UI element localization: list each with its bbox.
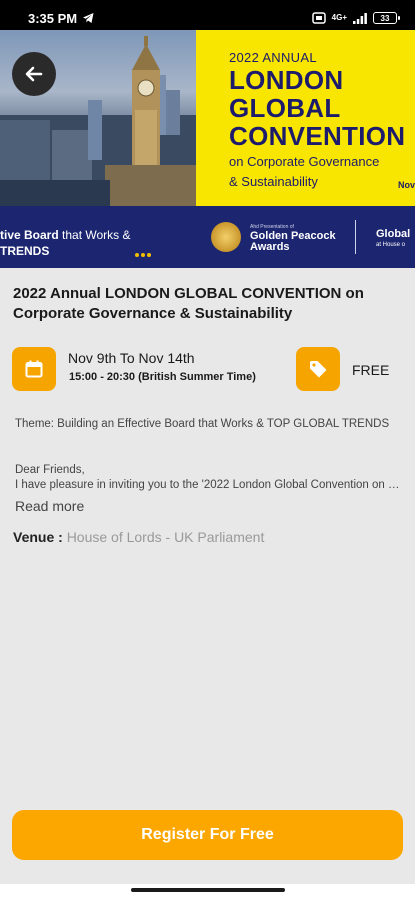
calendar-icon xyxy=(25,360,43,378)
back-button[interactable] xyxy=(12,52,56,96)
battery-level: 33 xyxy=(380,13,390,23)
banner-subtitle-line1: on Corporate Governance xyxy=(229,154,380,169)
strip-theme-line1: tive Board that Works & xyxy=(0,228,131,242)
price-tile xyxy=(296,347,340,391)
banner-title-line1: LONDON xyxy=(229,65,344,95)
strip-theme-line2: TRENDS xyxy=(0,244,50,258)
banner-title-line2: GLOBAL xyxy=(229,93,341,123)
carousel-dots xyxy=(135,253,151,257)
venue-label: Venue : xyxy=(13,529,63,545)
register-button[interactable]: Register For Free xyxy=(12,810,403,860)
strip-divider xyxy=(355,220,356,254)
event-description: Dear Friends, I have pleasure in invitin… xyxy=(15,463,405,493)
signal-icon xyxy=(353,12,367,24)
strip-global-text: Global xyxy=(376,228,411,240)
vibrate-icon xyxy=(311,12,326,24)
network-type: 4G+ xyxy=(331,13,347,22)
banner-subtitle-line2: & Sustainability xyxy=(229,174,318,189)
telegram-icon xyxy=(83,13,94,23)
system-nav-bar xyxy=(0,884,415,900)
banner-title-panel: 2022 ANNUAL LONDON GLOBAL CONVENTION on … xyxy=(196,30,415,206)
battery-icon: 33 xyxy=(373,12,400,24)
banner-year: 2022 ANNUAL xyxy=(229,50,317,65)
back-arrow-icon xyxy=(25,66,43,82)
home-indicator[interactable] xyxy=(131,888,285,892)
status-indicators: 4G+ 33 xyxy=(311,12,400,24)
event-date-range: Nov 9th To Nov 14th xyxy=(68,350,195,366)
award-name: Golden Peacock Awards xyxy=(250,231,336,253)
strip-theme-bold: tive Board xyxy=(0,228,59,242)
event-title: 2022 Annual LONDON GLOBAL CONVENTION on … xyxy=(13,285,364,322)
description-greeting: Dear Friends, xyxy=(15,464,85,476)
event-theme: Theme: Building an Effective Board that … xyxy=(15,418,390,430)
price-tag-icon xyxy=(310,361,327,378)
banner-title-line3: CONVENTION xyxy=(229,121,406,151)
read-more-link[interactable]: Read more xyxy=(15,498,84,514)
strip-theme-rest: that Works & xyxy=(58,228,131,242)
calendar-tile xyxy=(12,347,56,391)
banner-strip: tive Board that Works & TRENDS Ahd Prese… xyxy=(0,206,415,268)
status-time: 3:35 PM xyxy=(28,10,78,26)
banner-corner-text: Nov xyxy=(397,180,415,190)
event-banner: 2022 ANNUAL LONDON GLOBAL CONVENTION on … xyxy=(0,30,415,268)
event-price: FREE xyxy=(352,362,390,378)
strip-global-sub: at House o xyxy=(376,242,406,248)
venue-row: Venue : House of Lords - UK Parliament xyxy=(13,529,264,545)
description-preview: I have pleasure in inviting you to the '… xyxy=(15,479,405,491)
award-medal-icon xyxy=(211,222,241,252)
event-time: 15:00 - 20:30 (British Summer Time) xyxy=(69,371,256,383)
award-line2: Awards xyxy=(250,241,290,253)
venue-value: House of Lords - UK Parliament xyxy=(66,529,265,545)
